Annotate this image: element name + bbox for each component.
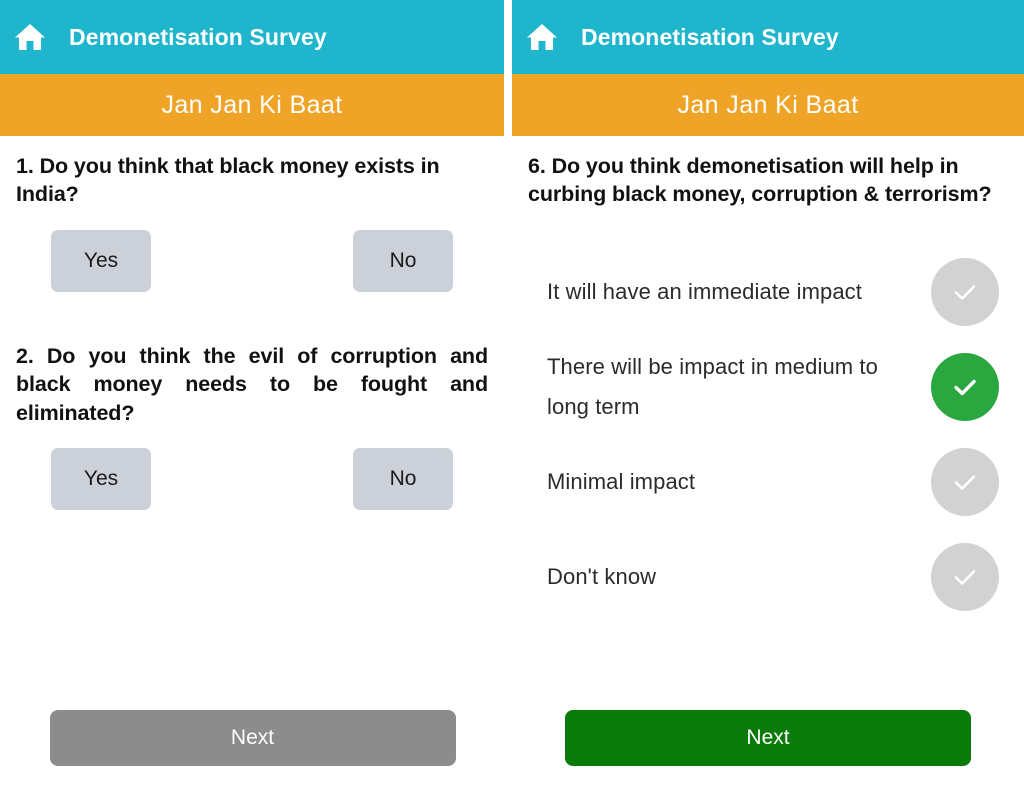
question-1-answers: Yes No — [16, 229, 488, 292]
left-subbar: Jan Jan Ki Baat — [0, 74, 504, 136]
next-button[interactable]: Next — [565, 709, 971, 766]
option-row[interactable]: Don't know — [528, 530, 1008, 625]
question-6-options: It will have an immediate impact There w… — [528, 245, 1008, 625]
survey-screen-left: Demonetisation Survey Jan Jan Ki Baat 1.… — [0, 0, 504, 785]
right-subbar: Jan Jan Ki Baat — [512, 74, 1024, 136]
question-1-no-button[interactable]: No — [353, 229, 453, 292]
question-2-text: 2. Do you think the evil of corruption a… — [16, 343, 488, 425]
option-label: There will be impact in medium to long t… — [547, 353, 878, 420]
question-1-text: 1. Do you think that black money exists … — [16, 154, 440, 207]
question-2-yes-button[interactable]: Yes — [51, 447, 151, 510]
home-icon[interactable] — [13, 20, 47, 54]
app-title: Demonetisation Survey — [69, 23, 327, 50]
option-label: Minimal impact — [547, 468, 696, 494]
option-row[interactable]: It will have an immediate impact — [528, 245, 1008, 340]
option-check-icon[interactable] — [931, 543, 999, 612]
option-row[interactable]: There will be impact in medium to long t… — [528, 340, 1008, 435]
question-1-yes-button[interactable]: Yes — [51, 229, 151, 292]
question-2-no-button[interactable]: No — [353, 447, 453, 510]
right-appbar: Demonetisation Survey — [512, 0, 1024, 74]
option-check-icon[interactable] — [931, 353, 999, 422]
app-title: Demonetisation Survey — [581, 23, 839, 50]
left-content: 1. Do you think that black money exists … — [0, 152, 504, 510]
option-check-icon[interactable] — [931, 448, 999, 517]
left-next-area: Next — [0, 690, 504, 785]
app-subtitle: Jan Jan Ki Baat — [161, 90, 343, 119]
left-appbar: Demonetisation Survey — [0, 0, 504, 74]
survey-screen-right: Demonetisation Survey Jan Jan Ki Baat 6.… — [512, 0, 1024, 785]
option-row[interactable]: Minimal impact — [528, 435, 1008, 530]
app-subtitle: Jan Jan Ki Baat — [677, 90, 859, 119]
home-icon[interactable] — [525, 20, 559, 54]
panel-divider — [504, 0, 512, 785]
option-label: It will have an immediate impact — [547, 278, 862, 304]
right-next-area: Next — [512, 690, 1024, 785]
question-2-answers: Yes No — [16, 447, 488, 510]
survey-screenshot-pair: Demonetisation Survey Jan Jan Ki Baat 1.… — [0, 0, 1024, 785]
question-6-text: 6. Do you think demonetisation will help… — [528, 154, 992, 207]
right-content: 6. Do you think demonetisation will help… — [512, 152, 1024, 625]
option-label: Don't know — [547, 563, 657, 589]
option-check-icon[interactable] — [931, 258, 999, 327]
next-button[interactable]: Next — [49, 709, 456, 766]
